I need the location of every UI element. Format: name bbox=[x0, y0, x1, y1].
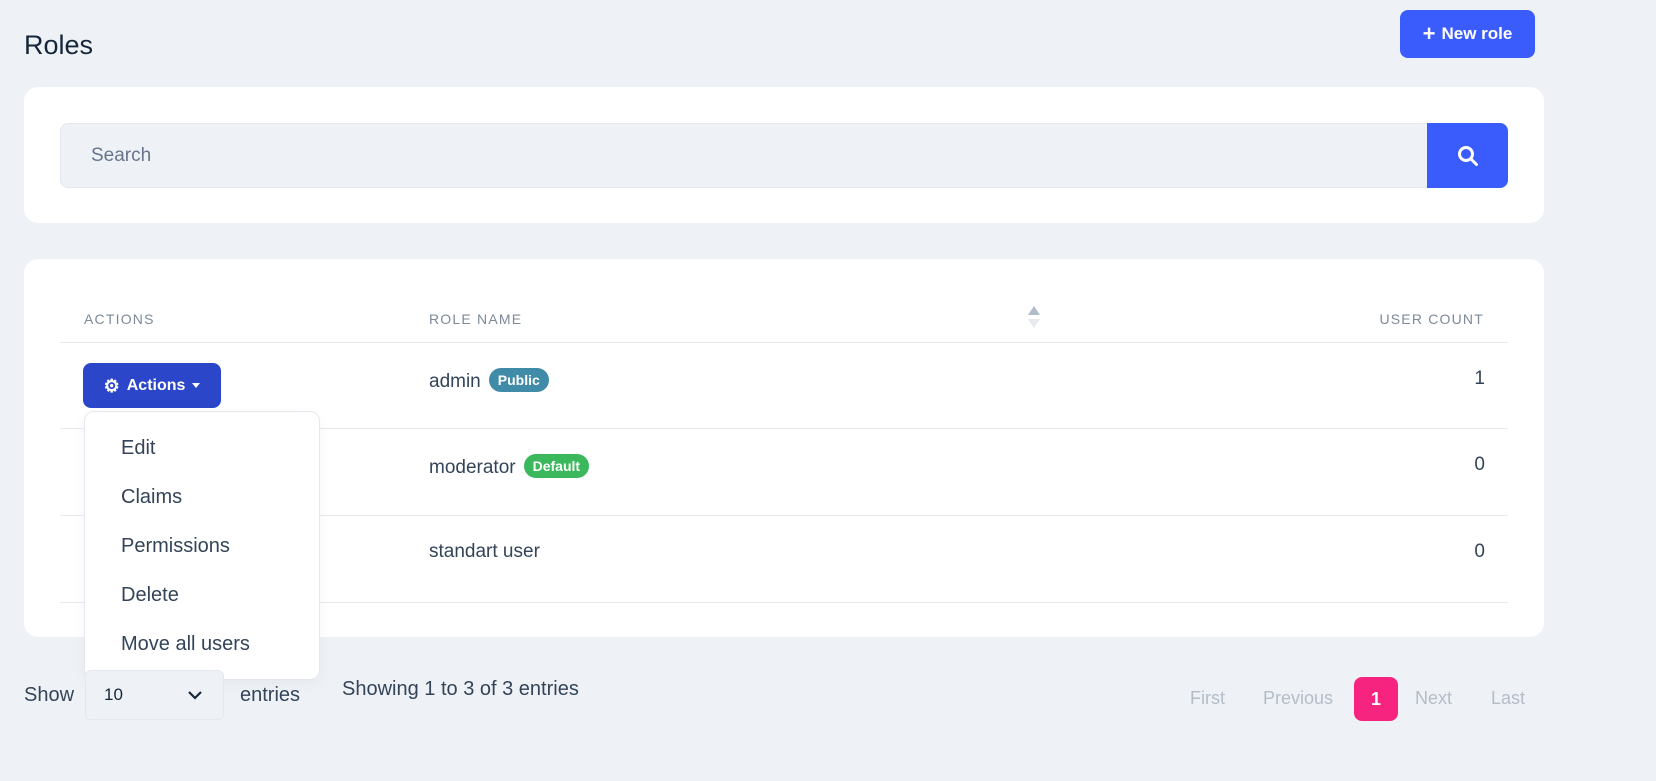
divider bbox=[60, 342, 1508, 343]
table-row: admin Public bbox=[429, 368, 549, 393]
column-header-role-name[interactable]: ROLE NAME bbox=[429, 311, 522, 327]
table-info: Showing 1 to 3 of 3 entries bbox=[342, 678, 579, 700]
actions-dropdown-menu: Edit Claims Permissions Delete Move all … bbox=[84, 411, 320, 680]
menu-item-claims[interactable]: Claims bbox=[121, 486, 182, 509]
menu-item-move-all-users[interactable]: Move all users bbox=[121, 633, 250, 656]
entries-label: entries bbox=[240, 684, 301, 706]
column-header-user-count[interactable]: USER COUNT bbox=[1379, 311, 1484, 327]
search-button[interactable] bbox=[1427, 123, 1508, 188]
menu-item-delete[interactable]: Delete bbox=[121, 584, 179, 607]
pagination-previous[interactable]: Previous bbox=[1263, 688, 1333, 709]
page-size-select[interactable]: 10 bbox=[85, 670, 224, 720]
menu-item-edit[interactable]: Edit bbox=[121, 437, 155, 460]
search-input[interactable] bbox=[60, 123, 1428, 188]
user-count: 0 bbox=[1474, 541, 1485, 562]
role-name: standart user bbox=[429, 541, 540, 562]
sort-icon[interactable] bbox=[1027, 305, 1041, 334]
default-badge: Default bbox=[523, 454, 590, 478]
user-count: 1 bbox=[1474, 368, 1485, 389]
table-row: standart user bbox=[429, 541, 540, 563]
table-row: moderator Default bbox=[429, 454, 590, 479]
caret-down-icon bbox=[192, 383, 201, 388]
role-name: admin bbox=[429, 371, 481, 392]
public-badge: Public bbox=[488, 368, 549, 392]
pagination-last[interactable]: Last bbox=[1491, 688, 1525, 709]
show-label: Show bbox=[24, 684, 75, 706]
search-icon bbox=[1457, 145, 1478, 166]
menu-item-permissions[interactable]: Permissions bbox=[121, 535, 230, 558]
actions-dropdown-button[interactable]: ⚙ Actions bbox=[83, 363, 221, 408]
pagination-next[interactable]: Next bbox=[1415, 688, 1452, 709]
new-role-button[interactable]: + New role bbox=[1400, 10, 1535, 58]
gear-icon: ⚙ bbox=[103, 375, 120, 396]
page-title: Roles bbox=[24, 30, 94, 60]
user-count: 0 bbox=[1474, 454, 1485, 475]
role-name: moderator bbox=[429, 457, 516, 478]
column-header-actions: ACTIONS bbox=[84, 311, 155, 327]
pagination-first[interactable]: First bbox=[1190, 688, 1225, 709]
plus-icon: + bbox=[1422, 21, 1436, 46]
pagination-page-1[interactable]: 1 bbox=[1354, 677, 1398, 721]
chevron-down-icon bbox=[188, 691, 202, 700]
